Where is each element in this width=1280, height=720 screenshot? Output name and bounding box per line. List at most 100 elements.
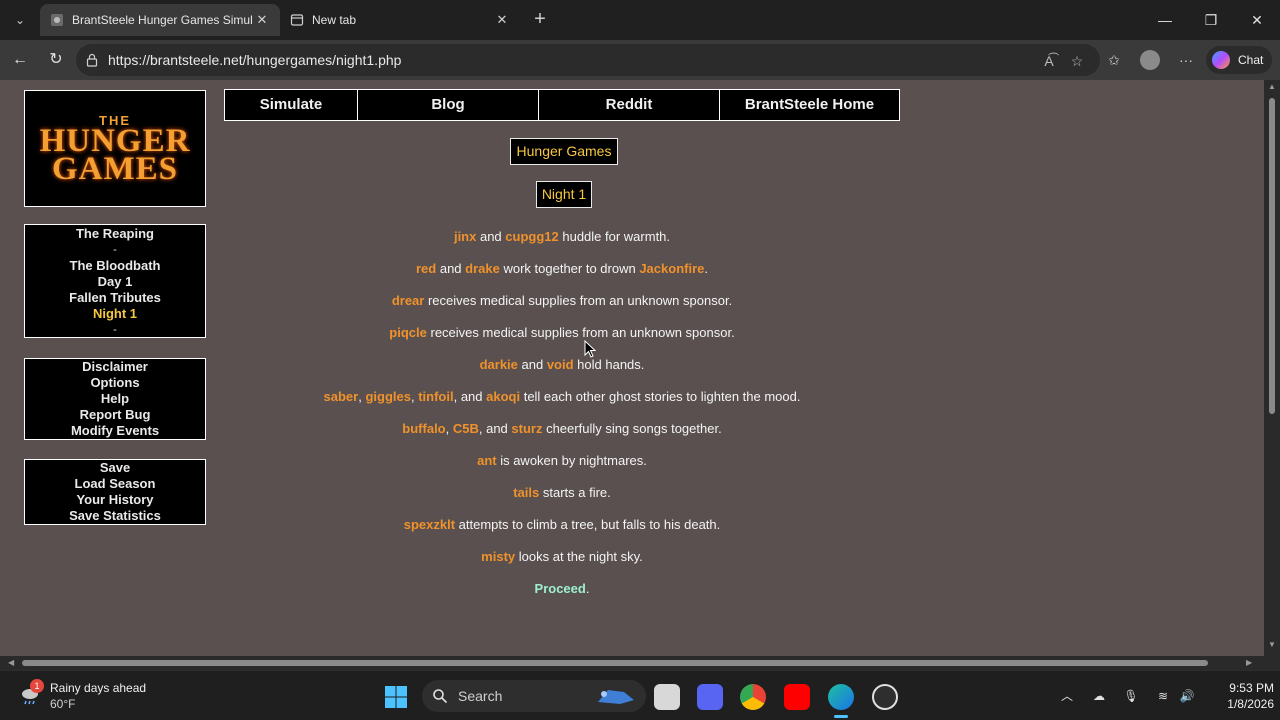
event-text: , xyxy=(445,421,453,436)
menu-item-your-history[interactable]: Your History xyxy=(25,492,205,508)
chrome-icon[interactable] xyxy=(740,684,766,710)
nav-reddit[interactable]: Reddit xyxy=(539,90,720,120)
page-viewport: THE HUNGER GAMES The Reaping - The Blood… xyxy=(0,80,1280,656)
event-line: misty looks at the night sky. xyxy=(224,548,900,580)
tribute-name: sturz xyxy=(511,421,543,436)
more-menu-icon[interactable]: ··· xyxy=(1176,50,1196,70)
windows-start-icon[interactable] xyxy=(384,685,408,709)
tribute-name: giggles xyxy=(365,389,411,404)
app-icon[interactable] xyxy=(872,684,898,710)
event-line: darkie and void hold hands. xyxy=(224,356,900,388)
scroll-left-arrow-icon[interactable]: ◀ xyxy=(8,658,14,667)
new-tab-page-icon xyxy=(290,14,304,26)
menu-item-load-season[interactable]: Load Season xyxy=(25,476,205,492)
favorite-star-icon[interactable]: ☆ xyxy=(1068,52,1086,70)
new-tab-plus-icon[interactable]: + xyxy=(528,8,552,32)
weather-notification-badge: 1 xyxy=(30,679,44,693)
discord-icon[interactable] xyxy=(697,684,723,710)
clock-date[interactable]: 1/8/2026 xyxy=(1200,697,1274,711)
url-text: https://brantsteele.net/hungergames/nigh… xyxy=(108,52,402,68)
proceed-link[interactable]: Proceed xyxy=(535,581,586,596)
tab-title: BrantSteele Hunger Games Simula xyxy=(72,13,252,27)
menu-item-fallen-tributes[interactable]: Fallen Tributes xyxy=(25,290,205,306)
favorites-collection-icon[interactable]: ✩ xyxy=(1104,50,1124,70)
proceed-period: . xyxy=(585,581,590,596)
event-text: and xyxy=(476,229,506,244)
event-text: huddle for warmth. xyxy=(558,229,671,244)
event-line: spexzklt attempts to climb a tree, but f… xyxy=(224,516,900,548)
event-line: saber, giggles, tinfoil, and akoqi tell … xyxy=(224,388,900,420)
taskbar-search[interactable]: Search xyxy=(422,680,646,712)
scroll-up-arrow-icon[interactable]: ▲ xyxy=(1267,82,1277,91)
onedrive-cloud-icon[interactable]: ☁ xyxy=(1090,687,1108,705)
show-hidden-icons-chevron-icon[interactable]: ︿ xyxy=(1058,687,1076,705)
window-close-icon[interactable]: ✕ xyxy=(1242,8,1272,32)
tribute-name: C5B xyxy=(452,421,479,436)
menu-item-the-reaping[interactable]: The Reaping xyxy=(25,226,205,242)
tab-new-tab[interactable]: New tab ✕ xyxy=(280,4,520,36)
menu-separator: - xyxy=(113,324,117,336)
tab-brantsteele[interactable]: BrantSteele Hunger Games Simula ✕ xyxy=(40,4,280,36)
event-line: buffalo, C5B, and sturz cheerfully sing … xyxy=(224,420,900,452)
menu-item-save-statistics[interactable]: Save Statistics xyxy=(25,508,205,524)
clock-time[interactable]: 9:53 PM xyxy=(1200,681,1274,695)
nav-brantsteele-home[interactable]: BrantSteele Home xyxy=(720,90,899,120)
refresh-icon[interactable]: ↻ xyxy=(44,48,68,72)
vertical-scroll-thumb[interactable] xyxy=(1269,98,1275,414)
event-text: , and xyxy=(478,421,512,436)
vertical-scrollbar[interactable]: ▲ ▼ xyxy=(1264,80,1280,656)
event-text: is awoken by nightmares. xyxy=(496,453,647,468)
youtube-icon[interactable] xyxy=(784,684,810,710)
tribute-name: Jackonfire xyxy=(639,261,705,276)
menu-item-the-bloodbath[interactable]: The Bloodbath xyxy=(25,258,205,274)
edge-icon[interactable] xyxy=(828,684,854,718)
menu-item-disclaimer[interactable]: Disclaimer xyxy=(25,359,205,375)
tribute-name: drear xyxy=(391,293,425,308)
search-highlight-icon xyxy=(598,690,634,704)
menu-item-modify-events[interactable]: Modify Events xyxy=(25,423,205,439)
read-aloud-icon[interactable]: A͡ xyxy=(1040,52,1058,70)
menu-item-help[interactable]: Help xyxy=(25,391,205,407)
top-navigation: Simulate Blog Reddit BrantSteele Home xyxy=(224,89,900,121)
microphone-icon[interactable]: 🎙 xyxy=(1122,687,1140,705)
event-text: attempts to climb a tree, but falls to h… xyxy=(455,517,721,532)
nav-blog[interactable]: Blog xyxy=(358,90,539,120)
events-list: jinx and cupgg12 huddle for warmth. red … xyxy=(224,228,900,612)
event-text: and xyxy=(517,357,547,372)
copilot-logo-icon xyxy=(1212,51,1230,69)
event-text: and xyxy=(436,261,466,276)
scroll-down-arrow-icon[interactable]: ▼ xyxy=(1267,640,1277,649)
profile-avatar[interactable] xyxy=(1140,50,1160,70)
event-text: starts a fire. xyxy=(539,485,611,500)
horizontal-scrollbar[interactable]: ◀ ▶ xyxy=(0,656,1280,670)
address-bar[interactable]: https://brantsteele.net/hungergames/nigh… xyxy=(76,44,1100,76)
tribute-name: tails xyxy=(513,485,540,500)
menu-item-report-bug[interactable]: Report Bug xyxy=(25,407,205,423)
copilot-chat-button[interactable]: Chat xyxy=(1206,46,1272,74)
menu-item-options[interactable]: Options xyxy=(25,375,205,391)
event-line: tails starts a fire. xyxy=(224,484,900,516)
event-text: , and xyxy=(453,389,487,404)
menu-item-save[interactable]: Save xyxy=(25,460,205,476)
nav-simulate[interactable]: Simulate xyxy=(225,90,358,120)
tab-actions-chevron-icon[interactable]: ⌄ xyxy=(8,8,32,32)
task-view-icon[interactable] xyxy=(654,684,680,710)
hunger-games-logo[interactable]: THE HUNGER GAMES xyxy=(24,90,206,207)
back-arrow-icon[interactable]: ← xyxy=(8,48,32,72)
logo-line-games: GAMES xyxy=(51,151,178,187)
weather-temperature[interactable]: 60°F xyxy=(50,697,75,711)
restore-icon[interactable]: ❐ xyxy=(1196,8,1226,32)
menu-item-night-1[interactable]: Night 1 xyxy=(25,306,205,322)
minimize-icon[interactable]: — xyxy=(1150,8,1180,32)
event-line: ant is awoken by nightmares. xyxy=(224,452,900,484)
scroll-right-arrow-icon[interactable]: ▶ xyxy=(1246,658,1252,667)
tribute-name: void xyxy=(546,357,574,372)
horizontal-scroll-thumb[interactable] xyxy=(22,660,1208,666)
menu-item-day-1[interactable]: Day 1 xyxy=(25,274,205,290)
tab-close-icon[interactable]: ✕ xyxy=(254,4,270,36)
proceed-line: Proceed. xyxy=(224,580,900,612)
tab-close-icon[interactable]: ✕ xyxy=(494,4,510,36)
volume-icon[interactable]: 🔊 xyxy=(1178,687,1196,705)
weather-headline[interactable]: Rainy days ahead xyxy=(50,681,146,695)
wifi-icon[interactable]: ≋ xyxy=(1154,687,1172,705)
